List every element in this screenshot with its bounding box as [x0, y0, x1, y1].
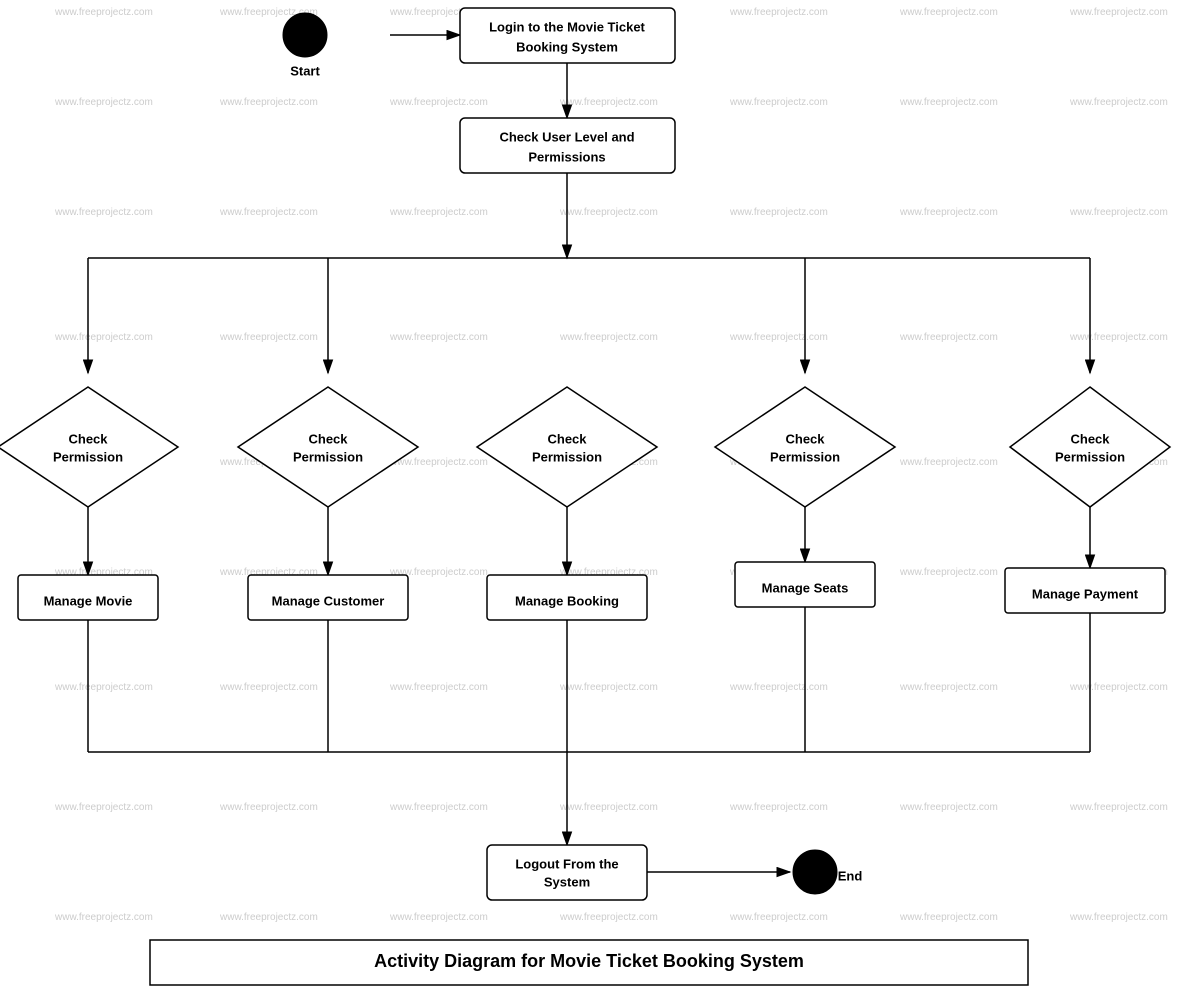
svg-text:www.freeprojectz.com: www.freeprojectz.com — [559, 912, 658, 923]
svg-text:www.freeprojectz.com: www.freeprojectz.com — [54, 332, 153, 343]
manage-booking-text: Manage Booking — [515, 593, 619, 608]
svg-text:www.freeprojectz.com: www.freeprojectz.com — [899, 682, 998, 693]
diamond1 — [0, 387, 178, 507]
svg-text:www.freeprojectz.com: www.freeprojectz.com — [899, 567, 998, 578]
diamond5 — [1010, 387, 1170, 507]
check-user-level-text2: Permissions — [528, 149, 605, 164]
svg-text:www.freeprojectz.com: www.freeprojectz.com — [1069, 802, 1168, 813]
diamond2-text1: Check — [308, 431, 348, 446]
svg-text:www.freeprojectz.com: www.freeprojectz.com — [219, 912, 318, 923]
svg-text:www.freeprojectz.com: www.freeprojectz.com — [389, 332, 488, 343]
svg-text:www.freeprojectz.com: www.freeprojectz.com — [54, 682, 153, 693]
login-node — [460, 8, 675, 63]
start-label: Start — [290, 63, 320, 78]
svg-text:www.freeprojectz.com: www.freeprojectz.com — [1069, 207, 1168, 218]
diamond3-text2: Permission — [532, 449, 602, 464]
svg-text:www.freeprojectz.com: www.freeprojectz.com — [1069, 682, 1168, 693]
svg-text:www.freeprojectz.com: www.freeprojectz.com — [899, 97, 998, 108]
diagram-title: Activity Diagram for Movie Ticket Bookin… — [374, 951, 804, 971]
svg-text:www.freeprojectz.com: www.freeprojectz.com — [219, 207, 318, 218]
svg-text:www.freeprojectz.com: www.freeprojectz.com — [389, 682, 488, 693]
svg-text:www.freeprojectz.com: www.freeprojectz.com — [54, 207, 153, 218]
svg-text:www.freeprojectz.com: www.freeprojectz.com — [729, 207, 828, 218]
diamond5-text2: Permission — [1055, 449, 1125, 464]
svg-text:www.freeprojectz.com: www.freeprojectz.com — [729, 682, 828, 693]
svg-text:www.freeprojectz.com: www.freeprojectz.com — [729, 7, 828, 18]
login-text-line1: Login to the Movie Ticket — [489, 19, 645, 34]
svg-text:www.freeprojectz.com: www.freeprojectz.com — [389, 802, 488, 813]
diamond3-text1: Check — [547, 431, 587, 446]
svg-text:www.freeprojectz.com: www.freeprojectz.com — [389, 97, 488, 108]
svg-text:www.freeprojectz.com: www.freeprojectz.com — [559, 97, 658, 108]
login-text-line2: Booking System — [516, 39, 618, 54]
logout-node — [487, 845, 647, 900]
svg-text:www.freeprojectz.com: www.freeprojectz.com — [899, 457, 998, 468]
diamond4-text2: Permission — [770, 449, 840, 464]
diamond5-text1: Check — [1070, 431, 1110, 446]
check-user-level-text1: Check User Level and — [499, 129, 634, 144]
diamond2-text2: Permission — [293, 449, 363, 464]
svg-text:www.freeprojectz.com: www.freeprojectz.com — [54, 802, 153, 813]
svg-text:www.freeprojectz.com: www.freeprojectz.com — [54, 7, 153, 18]
svg-text:www.freeprojectz.com: www.freeprojectz.com — [219, 682, 318, 693]
svg-text:www.freeprojectz.com: www.freeprojectz.com — [899, 912, 998, 923]
diamond2 — [238, 387, 418, 507]
svg-text:www.freeprojectz.com: www.freeprojectz.com — [729, 802, 828, 813]
svg-text:www.freeprojectz.com: www.freeprojectz.com — [899, 802, 998, 813]
svg-text:www.freeprojectz.com: www.freeprojectz.com — [54, 912, 153, 923]
svg-text:www.freeprojectz.com: www.freeprojectz.com — [219, 97, 318, 108]
diamond4-text1: Check — [785, 431, 825, 446]
logout-text1: Logout From the — [515, 856, 618, 871]
svg-text:www.freeprojectz.com: www.freeprojectz.com — [729, 332, 828, 343]
svg-text:www.freeprojectz.com: www.freeprojectz.com — [54, 97, 153, 108]
check-user-level-node — [460, 118, 675, 173]
manage-seats-text: Manage Seats — [762, 580, 849, 595]
svg-text:www.freeprojectz.com: www.freeprojectz.com — [1069, 7, 1168, 18]
svg-text:www.freeprojectz.com: www.freeprojectz.com — [729, 97, 828, 108]
diamond1-text2: Permission — [53, 449, 123, 464]
start-node — [283, 13, 327, 57]
svg-text:www.freeprojectz.com: www.freeprojectz.com — [219, 332, 318, 343]
svg-text:www.freeprojectz.com: www.freeprojectz.com — [729, 912, 828, 923]
svg-text:www.freeprojectz.com: www.freeprojectz.com — [1069, 912, 1168, 923]
svg-text:www.freeprojectz.com: www.freeprojectz.com — [389, 207, 488, 218]
manage-movie-text: Manage Movie — [44, 593, 133, 608]
svg-text:www.freeprojectz.com: www.freeprojectz.com — [899, 207, 998, 218]
svg-text:www.freeprojectz.com: www.freeprojectz.com — [559, 207, 658, 218]
logout-text2: System — [544, 874, 590, 889]
svg-text:www.freeprojectz.com: www.freeprojectz.com — [559, 802, 658, 813]
svg-text:www.freeprojectz.com: www.freeprojectz.com — [219, 802, 318, 813]
diagram-container: www.freeprojectz.com www.freeprojectz.co… — [0, 0, 1178, 994]
svg-text:www.freeprojectz.com: www.freeprojectz.com — [559, 332, 658, 343]
svg-text:www.freeprojectz.com: www.freeprojectz.com — [1069, 97, 1168, 108]
svg-text:www.freeprojectz.com: www.freeprojectz.com — [899, 332, 998, 343]
diamond1-text1: Check — [68, 431, 108, 446]
manage-payment-text: Manage Payment — [1032, 586, 1139, 601]
manage-customer-text: Manage Customer — [272, 593, 385, 608]
svg-text:www.freeprojectz.com: www.freeprojectz.com — [389, 912, 488, 923]
svg-text:www.freeprojectz.com: www.freeprojectz.com — [559, 682, 658, 693]
svg-text:www.freeprojectz.com: www.freeprojectz.com — [1069, 332, 1168, 343]
diamond4 — [715, 387, 895, 507]
svg-text:www.freeprojectz.com: www.freeprojectz.com — [899, 7, 998, 18]
end-node — [793, 850, 837, 894]
svg-text:www.freeprojectz.com: www.freeprojectz.com — [389, 457, 488, 468]
diamond3 — [477, 387, 657, 507]
end-label: End — [838, 868, 863, 883]
